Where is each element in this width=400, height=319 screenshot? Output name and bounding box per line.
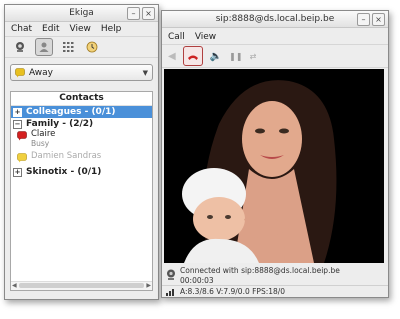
back-arrow-icon[interactable]: ◀: [168, 51, 176, 62]
contacts-titlebar[interactable]: Ekiga – ×: [5, 5, 158, 22]
menu-view[interactable]: View: [195, 30, 216, 44]
call-history-button[interactable]: [83, 38, 101, 56]
minimize-button[interactable]: –: [127, 7, 140, 20]
hangup-icon: [187, 55, 198, 60]
menu-help[interactable]: Help: [101, 22, 122, 36]
menu-edit[interactable]: Edit: [42, 22, 59, 36]
contact-damien-sandras[interactable]: Damien Sandras: [11, 152, 152, 166]
presence-label: Away: [29, 67, 53, 78]
horizontal-scrollbar[interactable]: ◀ ▶: [11, 281, 152, 290]
menu-bar: Call View: [162, 30, 388, 44]
contact-icon: [39, 42, 49, 52]
contact-status: Busy: [31, 139, 50, 148]
away-status-icon: [15, 67, 25, 77]
scroll-left-icon[interactable]: ◀: [12, 282, 17, 290]
collapse-icon[interactable]: −: [13, 119, 22, 129]
menu-view[interactable]: View: [69, 22, 90, 36]
group-label: Skinotix - (0/1): [26, 167, 102, 177]
call-duration: 00:00:03: [180, 276, 214, 285]
call-window: sip:8888@ds.local.beip.be – × Call View …: [161, 10, 389, 298]
pause-icon[interactable]: ❚❚: [229, 52, 242, 61]
hangup-button[interactable]: [182, 46, 203, 66]
webcam-icon: [167, 269, 175, 280]
contacts-toolbar: [5, 36, 158, 58]
webcam-button[interactable]: [11, 38, 29, 56]
menu-call[interactable]: Call: [168, 30, 185, 44]
dialpad-icon: [63, 42, 74, 52]
close-button[interactable]: ×: [142, 7, 155, 20]
window-title: Ekiga: [69, 8, 94, 18]
codec-statusbar: A:8.3/8.6 V:7.9/0.0 FPS:18/0: [162, 285, 388, 297]
group-colleagues[interactable]: + Colleagues - (0/1): [11, 106, 152, 118]
chevron-down-icon: ▼: [142, 68, 148, 77]
menu-bar: Chat Edit View Help: [5, 22, 158, 36]
connection-status: Connected with sip:8888@ds.local.beip.be: [180, 266, 340, 275]
call-titlebar[interactable]: sip:8888@ds.local.beip.be – ×: [162, 11, 388, 28]
video-stream: [164, 69, 384, 263]
group-label: Family - (2/2): [26, 119, 94, 129]
menu-chat[interactable]: Chat: [11, 22, 32, 36]
window-title: sip:8888@ds.local.beip.be: [215, 14, 335, 24]
roster-header: Contacts: [11, 92, 152, 106]
scroll-right-icon[interactable]: ▶: [146, 282, 151, 290]
webcam-icon: [16, 42, 24, 52]
transfer-icon[interactable]: ⇄: [250, 52, 257, 61]
clock-icon: [86, 41, 98, 53]
contact-claire[interactable]: Claire Busy: [11, 130, 152, 152]
codec-info: A:8.3/8.6 V:7.9/0.0 FPS:18/0: [180, 287, 286, 296]
contacts-window: Ekiga – × Chat Edit View Help Away ▼ Con…: [4, 4, 159, 300]
close-button[interactable]: ×: [372, 13, 385, 26]
contact-name: Claire: [31, 129, 56, 139]
minimize-button[interactable]: –: [357, 13, 370, 26]
call-status: Connected with sip:8888@ds.local.beip.be…: [162, 263, 388, 287]
signal-strength-icon: [166, 289, 174, 296]
remote-video-image: [164, 69, 384, 263]
dialpad-button[interactable]: [59, 38, 77, 56]
group-label: Colleagues - (0/1): [26, 107, 116, 117]
expand-icon[interactable]: +: [13, 167, 22, 177]
contacts-view-button[interactable]: [35, 38, 53, 56]
busy-status-icon: [17, 131, 27, 141]
contact-name: Damien Sandras: [31, 151, 102, 161]
call-toolbar: ◀ 🔈 ❚❚ ⇄: [162, 44, 388, 68]
scrollbar-thumb[interactable]: [19, 283, 144, 288]
contacts-roster: Contacts + Colleagues - (0/1) − Family -…: [10, 91, 153, 291]
group-skinotix[interactable]: + Skinotix - (0/1): [11, 166, 152, 178]
presence-selector[interactable]: Away ▼: [10, 64, 153, 81]
speaker-icon[interactable]: 🔈: [210, 51, 222, 62]
expand-icon[interactable]: +: [13, 107, 22, 117]
away-status-icon: [17, 153, 27, 163]
